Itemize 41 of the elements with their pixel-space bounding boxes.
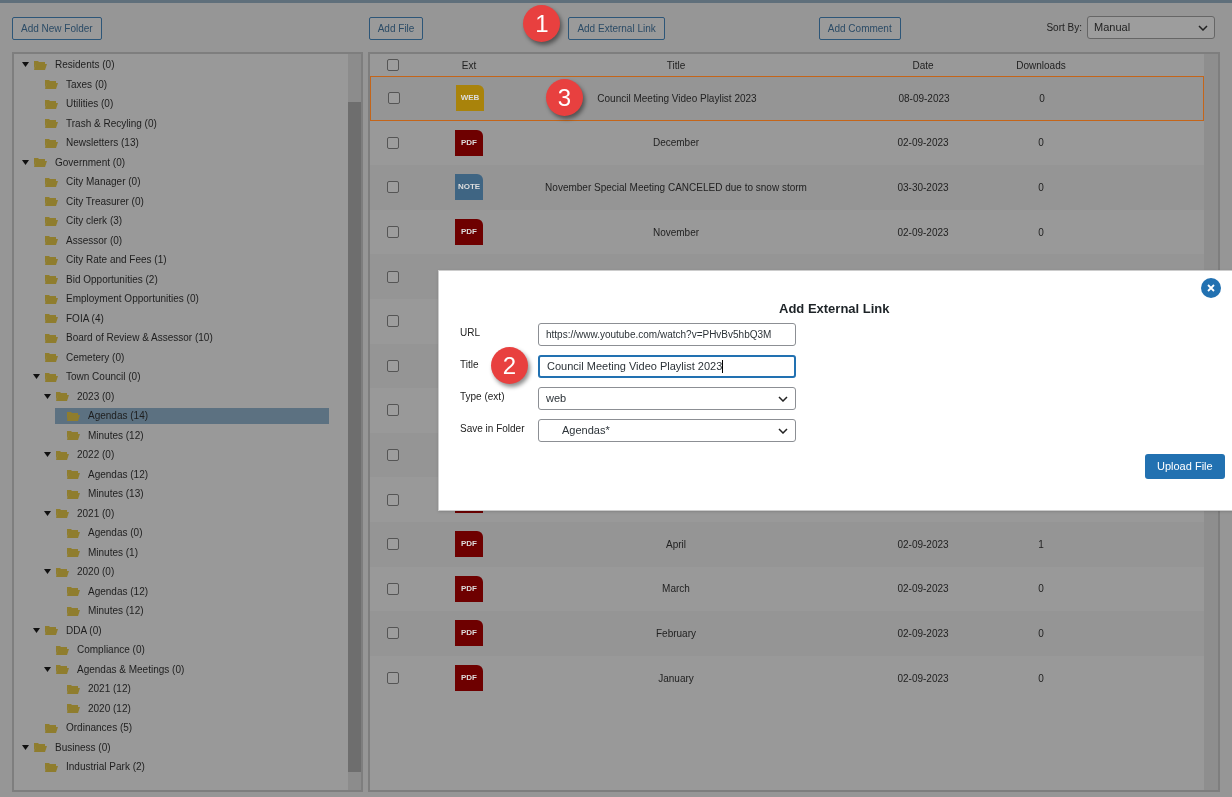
step-number-badge: 2 [491,347,528,384]
download-count: 0 [1038,672,1044,684]
field-label: Save in Folder [460,423,525,434]
file-date: 03-30-2023 [897,182,949,193]
sort-label: Sort By: [1046,21,1082,35]
download-count: 0 [1038,226,1044,238]
file-type-icon: PDF [455,531,483,558]
file-title: December [652,137,700,149]
file-date: 02-09-2023 [897,137,949,149]
file-title: February [656,627,696,639]
file-date: 08-09-2023 [898,92,950,104]
file-type-icon: WEB [456,85,484,112]
field-label: Type (ext) [460,391,505,402]
file-title: Council Meeting Video Playlist 2023 [597,92,757,104]
file-date: 02-09-2023 [897,627,949,639]
file-type-icon: PDF [455,665,483,691]
file-date: 02-09-2023 [897,583,949,595]
download-count: 0 [1038,182,1044,193]
file-title: March [662,583,690,595]
step-number-badge: 3 [546,79,583,116]
file-type-icon: PDF [455,219,483,246]
file-title: April [666,538,686,550]
file-date: 02-09-2023 [897,672,949,684]
download-count: 0 [1038,583,1044,595]
field-label: Title [460,359,479,370]
file-date: 02-09-2023 [897,538,949,550]
dialog-title: Add External Link [779,301,890,316]
download-count: 0 [1038,627,1044,639]
file-date: 02-09-2023 [897,226,949,238]
file-type-icon: NOTE [455,174,483,201]
file-title: January [658,672,694,684]
download-count: 1 [1038,538,1044,550]
download-count: 0 [1039,92,1045,104]
step-number-badge: 1 [523,5,561,42]
file-title: November Special Meeting CANCELED due to snow storm [545,182,807,193]
file-type-icon: PDF [455,575,483,602]
field-label: URL [460,327,480,338]
file-type-icon: PDF [455,129,483,156]
file-title: November [652,226,700,238]
file-type-icon: PDF [455,620,483,647]
download-count: 0 [1038,137,1044,149]
